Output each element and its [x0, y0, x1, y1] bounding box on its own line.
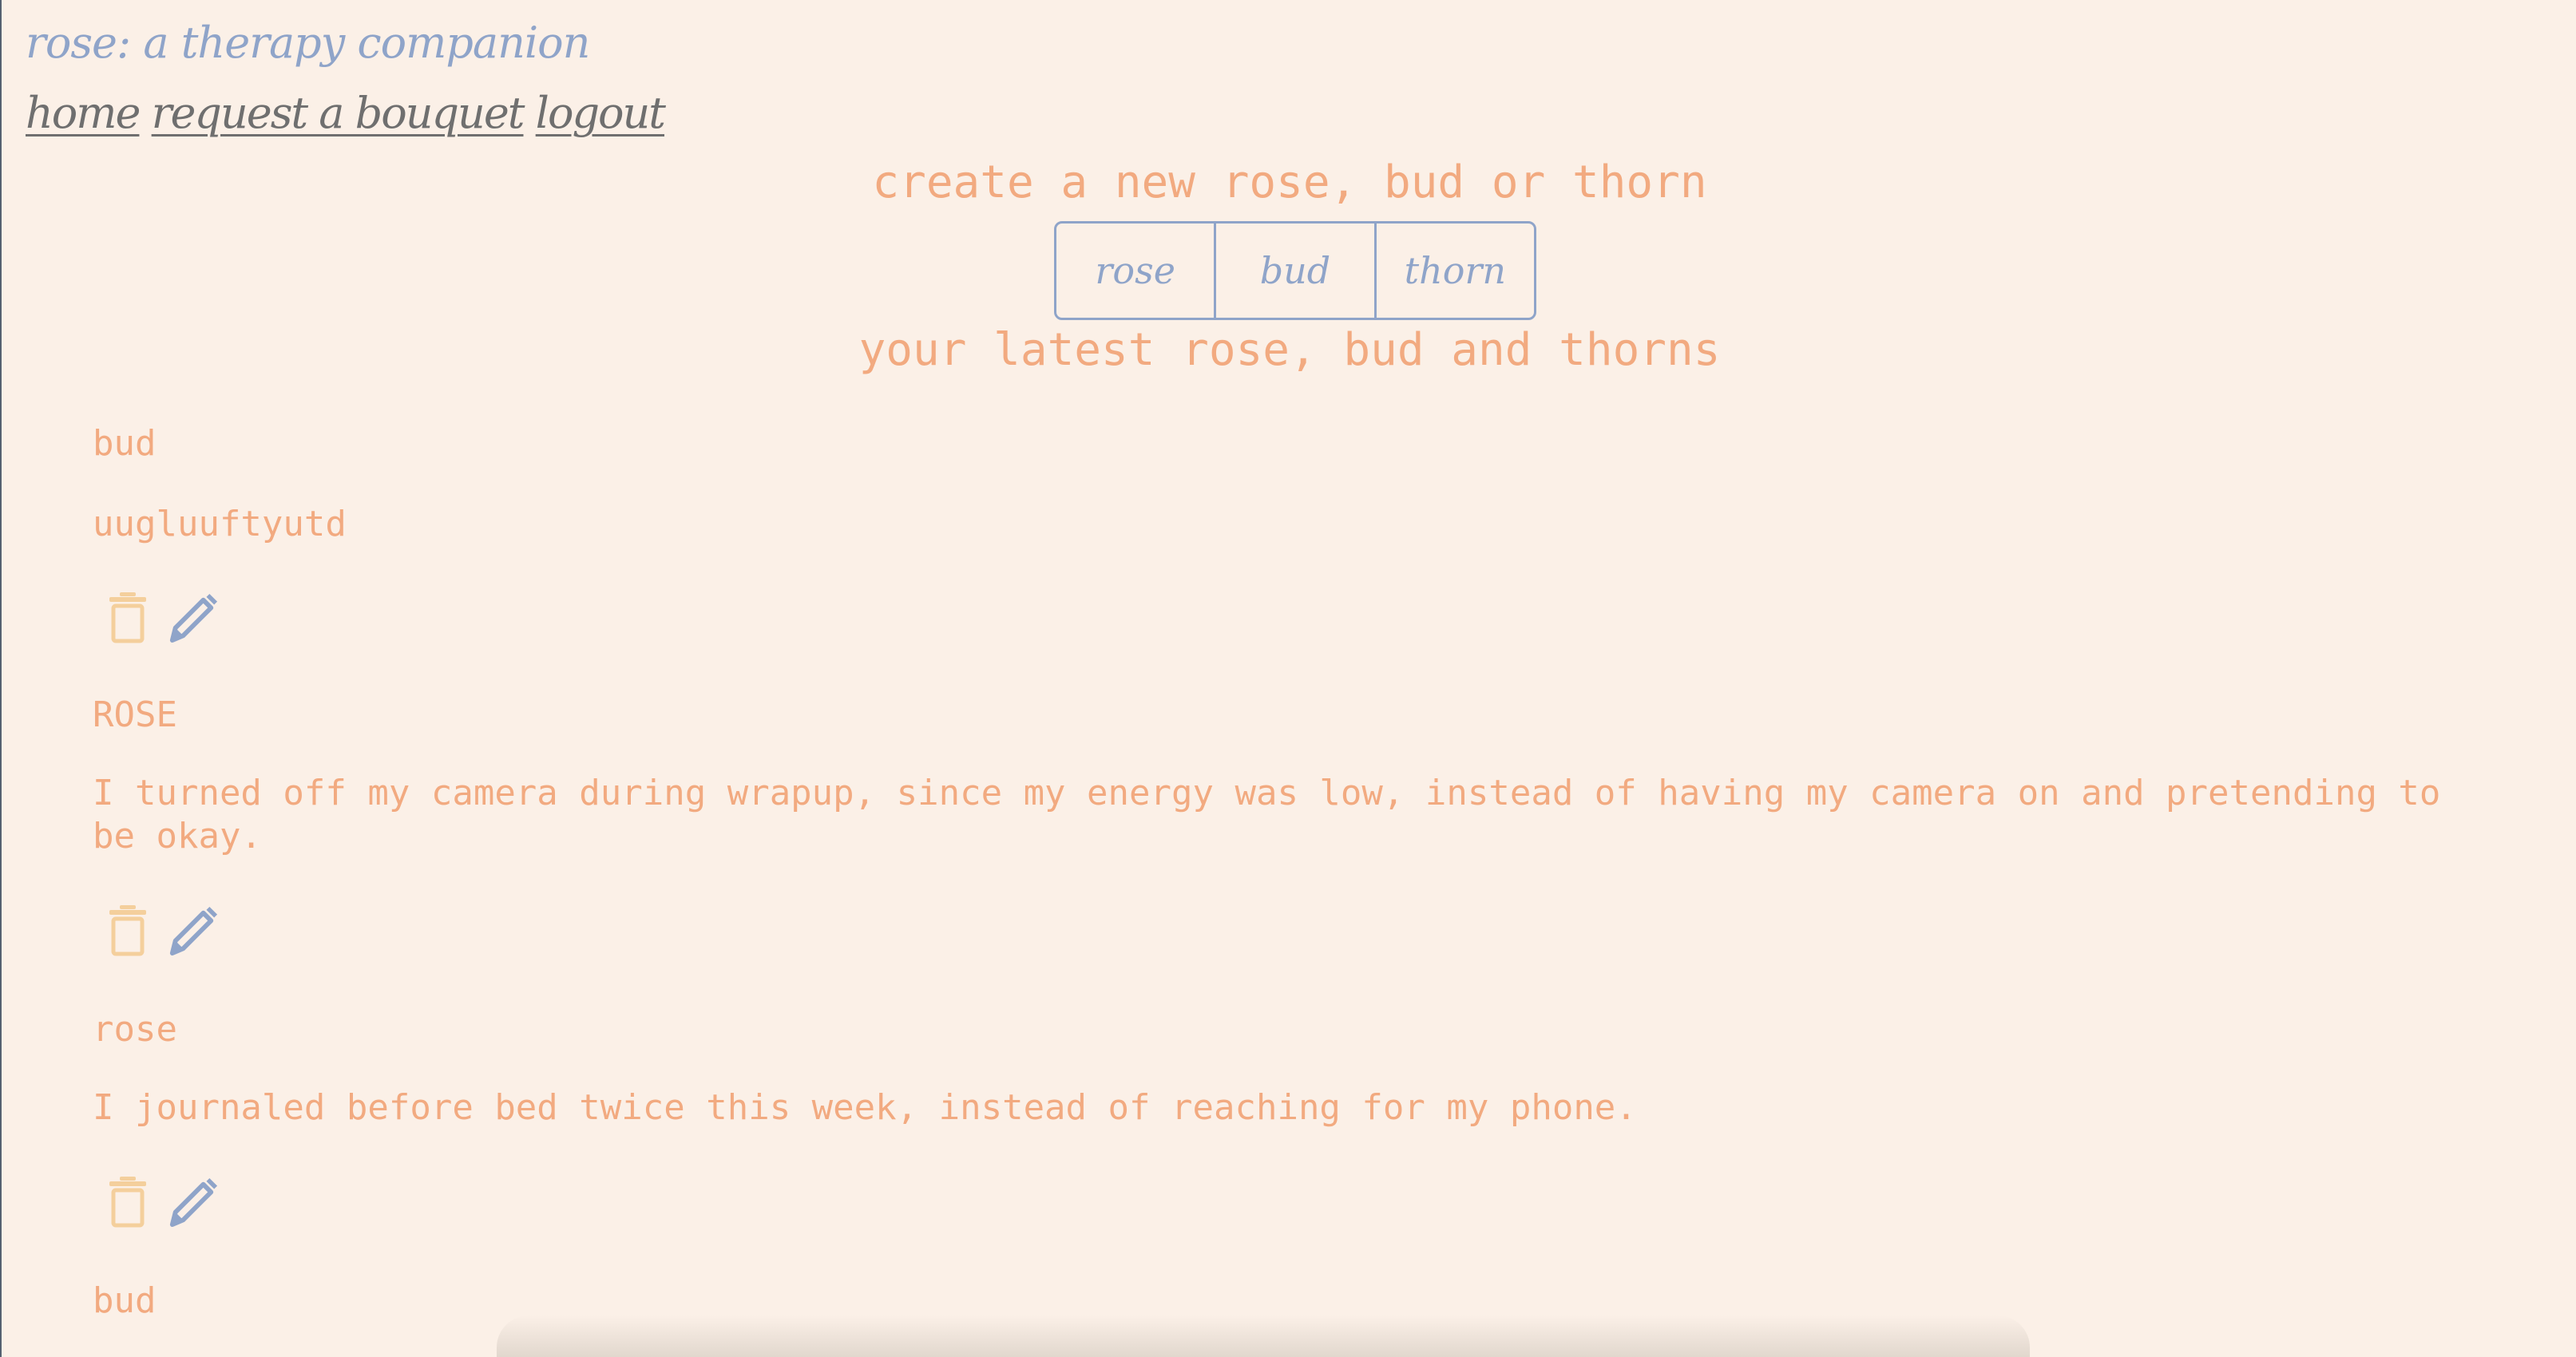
nav-request-bouquet-link[interactable]: request a bouquet — [152, 88, 525, 138]
create-thorn-button[interactable]: thorn — [1373, 224, 1534, 318]
entry-type-label: ROSE — [93, 694, 177, 735]
entry-actions — [102, 1170, 219, 1234]
app-title: rose: a therapy companion — [26, 18, 590, 68]
nav-home-link[interactable]: home — [26, 88, 141, 138]
trash-icon[interactable] — [102, 588, 153, 648]
create-rose-button[interactable]: rose — [1056, 224, 1214, 318]
entry-text: I turned off my camera during wrapup, si… — [93, 773, 2441, 857]
pencil-icon[interactable] — [168, 1172, 219, 1232]
pencil-icon[interactable] — [168, 588, 219, 648]
create-bud-button[interactable]: bud — [1214, 224, 1373, 318]
nav-logout-link[interactable]: logout — [536, 88, 666, 138]
top-nav: home request a bouquet logout — [26, 88, 666, 138]
bottom-scroll-shadow — [497, 1315, 2030, 1357]
trash-icon[interactable] — [102, 1172, 153, 1232]
entry-type-label: bud — [93, 423, 157, 464]
entry-text: I journaled before bed twice this week, … — [93, 1087, 1637, 1128]
entry-actions — [102, 586, 219, 650]
trash-icon[interactable] — [102, 900, 153, 961]
pencil-icon[interactable] — [168, 900, 219, 961]
latest-section-title: your latest rose, bud and thorns — [858, 324, 1721, 376]
entry-actions — [102, 899, 219, 963]
entry-type-button-group: rose bud thorn — [1054, 221, 1536, 320]
entry-type-label: rose — [93, 1009, 177, 1050]
create-section-title: create a new rose, bud or thorn — [872, 156, 1707, 208]
entry-type-label: bud — [93, 1280, 157, 1321]
entry-text: uugluuftyutd — [93, 504, 347, 544]
